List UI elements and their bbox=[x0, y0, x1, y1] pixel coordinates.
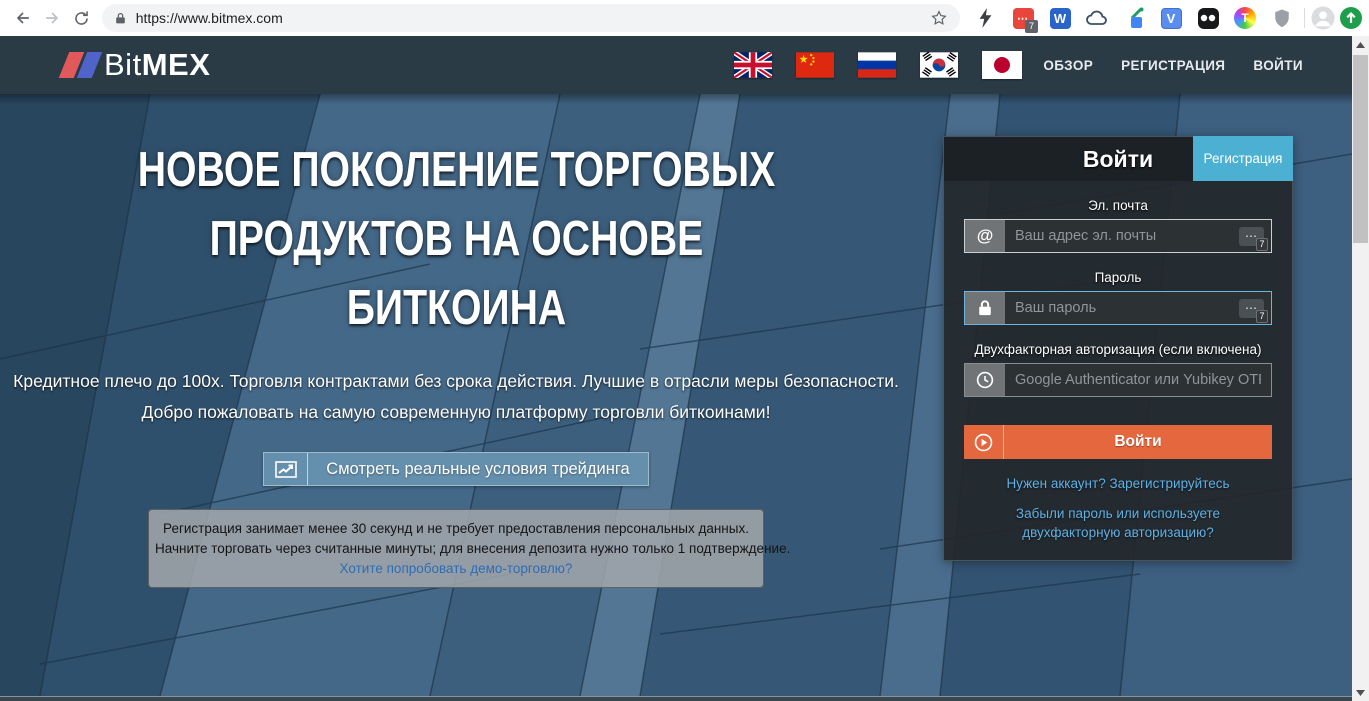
eyedropper-extension-icon[interactable] bbox=[1122, 6, 1146, 30]
extensions-row: ⋯ 7 W V T bbox=[974, 6, 1294, 30]
password-label: Пароль bbox=[964, 270, 1272, 285]
password-field-row: ⋯7 bbox=[964, 291, 1272, 325]
forgot-password-link[interactable]: Забыли пароль или используете двухфактор… bbox=[964, 504, 1272, 542]
bitmex-logo[interactable]: BitMEX bbox=[60, 47, 210, 83]
https-lock-icon bbox=[114, 11, 127, 26]
email-label: Эл. почта bbox=[964, 198, 1272, 213]
cta-label: Смотреть реальные условия трейдинга bbox=[308, 453, 647, 485]
register-tab[interactable]: Регистрация bbox=[1193, 136, 1293, 181]
signup-link[interactable]: Нужен аккаунт? Зарегистрируйтесь bbox=[964, 474, 1272, 493]
russia-flag-icon[interactable] bbox=[858, 52, 896, 78]
hero-title: НОВОЕ ПОКОЛЕНИЕ ТОРГОВЫХ ПРОДУКТОВ НА ОС… bbox=[58, 136, 855, 343]
word-extension-icon[interactable]: W bbox=[1048, 6, 1072, 30]
hero-section: НОВОЕ ПОКОЛЕНИЕ ТОРГОВЫХ ПРОДУКТОВ НА ОС… bbox=[0, 94, 1352, 696]
toolbar-divider bbox=[1304, 8, 1305, 28]
autofill-extension-icon[interactable]: ⋯7 bbox=[1239, 299, 1264, 318]
china-flag-icon[interactable] bbox=[796, 52, 834, 78]
chart-icon bbox=[264, 453, 308, 485]
browser-forward-button[interactable] bbox=[37, 3, 66, 33]
bookmark-star-icon[interactable] bbox=[930, 9, 948, 27]
twofa-input[interactable] bbox=[1005, 364, 1271, 396]
twofa-label: Двухфакторная авторизация (если включена… bbox=[964, 342, 1272, 357]
info-line: Регистрация занимает менее 30 секунд и н… bbox=[155, 519, 757, 539]
japan-flag-icon[interactable] bbox=[982, 51, 1022, 79]
demo-trading-link[interactable]: Хотите попробовать демо-торговлю? bbox=[340, 561, 573, 576]
scrollbar-thumb[interactable] bbox=[1353, 55, 1368, 243]
site-header: BitMEX bbox=[0, 36, 1369, 94]
page-scrollbar[interactable] bbox=[1352, 36, 1369, 701]
lightning-extension-icon[interactable] bbox=[974, 6, 998, 30]
email-field-row: @ ⋯7 bbox=[964, 219, 1272, 253]
login-submit-button[interactable]: Войти bbox=[964, 425, 1272, 459]
shield-extension-icon[interactable] bbox=[1270, 6, 1294, 30]
rainbow-t-extension-icon[interactable]: T bbox=[1233, 6, 1257, 30]
uk-flag-icon[interactable] bbox=[734, 52, 772, 78]
refresh-icon bbox=[72, 9, 91, 28]
email-input[interactable] bbox=[1005, 220, 1239, 252]
address-bar[interactable]: https://www.bitmex.com bbox=[102, 4, 960, 32]
registration-info-box: Регистрация занимает менее 30 секунд и н… bbox=[148, 509, 764, 588]
bitmex-logo-text: BitMEX bbox=[104, 47, 210, 83]
login-title: Войти bbox=[1083, 146, 1153, 173]
login-panel-header: Войти Регистрация bbox=[944, 137, 1292, 181]
v-extension-icon[interactable]: V bbox=[1159, 6, 1183, 30]
view-trading-conditions-button[interactable]: Смотреть реальные условия трейдинга bbox=[263, 452, 648, 486]
forward-arrow-icon bbox=[42, 8, 62, 28]
login-submit-label: Войти bbox=[1004, 425, 1272, 459]
clock-icon bbox=[965, 364, 1005, 396]
scrollbar-down-arrow[interactable] bbox=[1352, 684, 1369, 701]
nav-overview[interactable]: ОБЗОР bbox=[1043, 58, 1093, 73]
browser-toolbar: https://www.bitmex.com ⋯ 7 W V T bbox=[0, 0, 1369, 36]
lock-icon bbox=[965, 292, 1005, 324]
twofa-field-row bbox=[964, 363, 1272, 397]
bottom-edge-bar bbox=[0, 696, 1352, 701]
back-arrow-icon bbox=[13, 8, 33, 28]
nav-register[interactable]: РЕГИСТРАЦИЯ bbox=[1121, 58, 1225, 73]
nav-login[interactable]: ВОЙТИ bbox=[1253, 58, 1303, 73]
url-text[interactable]: https://www.bitmex.com bbox=[136, 10, 921, 26]
korea-flag-icon[interactable] bbox=[920, 52, 958, 78]
profile-avatar[interactable] bbox=[1311, 6, 1335, 30]
robot-extension-icon[interactable] bbox=[1196, 6, 1220, 30]
bitmex-logo-icon bbox=[60, 49, 104, 81]
login-panel: Войти Регистрация Эл. почта @ ⋯7 Пароль … bbox=[943, 136, 1293, 561]
scrollbar-up-arrow[interactable] bbox=[1352, 36, 1369, 53]
password-input[interactable] bbox=[1005, 292, 1239, 324]
update-green-icon[interactable] bbox=[1339, 6, 1363, 30]
info-line: Начните торговать через считанные минуты… bbox=[155, 539, 757, 559]
play-icon bbox=[964, 425, 1004, 459]
browser-back-button[interactable] bbox=[8, 3, 37, 33]
hero-subtitle: Кредитное плечо до 100x. Торговля контра… bbox=[13, 366, 899, 428]
at-sign-icon: @ bbox=[965, 220, 1005, 252]
cloud-extension-icon[interactable] bbox=[1085, 6, 1109, 30]
main-nav: ОБЗОР РЕГИСТРАЦИЯ ВОЙТИ bbox=[1043, 58, 1303, 73]
extension-badge: 7 bbox=[1025, 20, 1038, 33]
autofill-extension-icon[interactable]: ⋯7 bbox=[1239, 227, 1264, 246]
password-manager-extension-icon[interactable]: ⋯ 7 bbox=[1011, 6, 1035, 30]
browser-refresh-button[interactable] bbox=[66, 3, 95, 33]
language-switcher bbox=[734, 51, 1022, 79]
